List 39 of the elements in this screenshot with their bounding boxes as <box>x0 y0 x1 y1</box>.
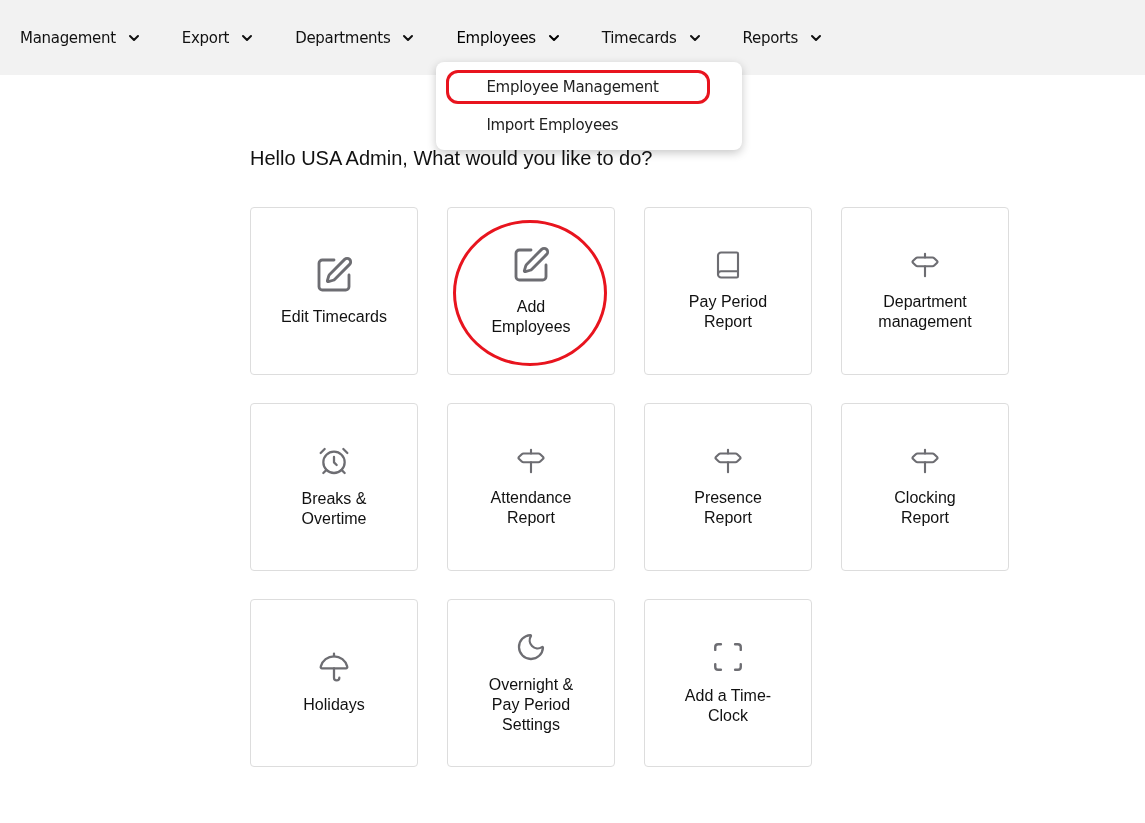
tile-label: Attendance Report <box>489 488 573 528</box>
action-tile[interactable]: Attendance Report <box>447 403 615 571</box>
tile-label: Holidays <box>302 695 366 715</box>
action-tile[interactable]: Holidays <box>250 599 418 767</box>
tile-label: Edit Timecards <box>280 307 388 327</box>
moon-icon <box>515 631 547 663</box>
signpost-icon <box>713 446 743 476</box>
signpost-icon <box>516 446 546 476</box>
nav-menu-button[interactable]: Management <box>20 22 142 53</box>
nav-menu-button[interactable]: Export <box>181 22 256 53</box>
action-tile[interactable]: Breaks & Overtime <box>250 403 418 571</box>
action-tile[interactable]: Department management <box>841 207 1009 375</box>
nav-menu-button[interactable]: Reports <box>742 22 824 53</box>
greeting-heading: Hello USA Admin, What would you like to do? <box>250 147 654 170</box>
signpost-icon <box>910 446 940 476</box>
signpost-icon <box>910 250 940 280</box>
action-tile[interactable]: Add a Time-Clock <box>644 599 812 767</box>
action-tile[interactable]: Edit Timecards <box>250 207 418 375</box>
action-tile[interactable]: Clocking Report <box>841 403 1009 571</box>
tile-label: Overnight & Pay Period Settings <box>487 675 575 735</box>
nav-menu-button[interactable]: Departments <box>295 22 417 53</box>
tile-label: Clocking Report <box>893 488 957 528</box>
tile-label: Add Employees <box>490 297 572 337</box>
alarm-clock-icon <box>318 445 350 477</box>
menu-item[interactable]: Import Employees <box>436 105 743 144</box>
action-tile[interactable]: Add Employees <box>447 207 615 375</box>
action-tile[interactable]: Presence Report <box>644 403 812 571</box>
nav-menu-button[interactable]: Employees <box>456 22 562 53</box>
frame-icon <box>711 640 745 674</box>
tile-label: Breaks & Overtime <box>300 489 368 529</box>
action-tile[interactable]: Pay Period Report <box>644 207 812 375</box>
action-tile[interactable]: Overnight & Pay Period Settings <box>447 599 615 767</box>
tile-label: Add a Time-Clock <box>683 686 773 726</box>
tile-label: Pay Period Report <box>687 292 769 332</box>
nav-menu-button[interactable]: Timecards <box>601 22 703 53</box>
tile-label: Department management <box>877 292 973 332</box>
menu-item[interactable]: Employee Management <box>436 67 743 106</box>
tile-label: Presence Report <box>693 488 763 528</box>
umbrella-icon <box>318 651 350 683</box>
